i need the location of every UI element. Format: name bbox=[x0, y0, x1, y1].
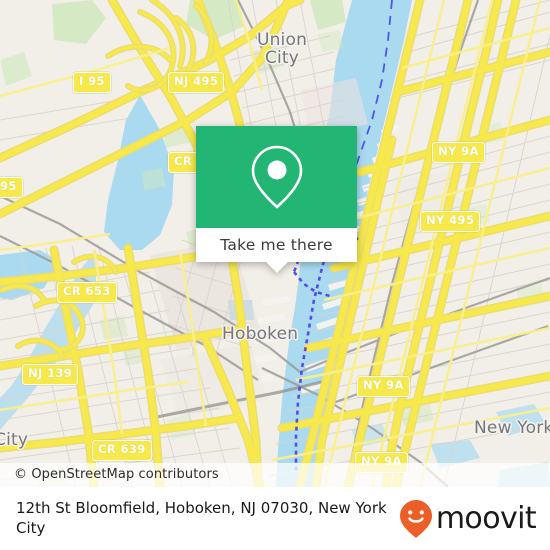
moovit-wordmark: moovit bbox=[435, 500, 537, 536]
map-pin-icon bbox=[251, 145, 302, 209]
shield-i-95-left: 95 bbox=[0, 177, 23, 198]
address-text: 12th St Bloomfield, Hoboken, NJ 07030, N… bbox=[16, 498, 387, 537]
popup-pointer-tail bbox=[265, 262, 288, 273]
shield-ny-9a-north: NY 9A bbox=[432, 142, 485, 163]
shield-cr-653: CR 653 bbox=[57, 282, 117, 303]
shield-ny-9a-mid: NY 9A bbox=[357, 376, 410, 397]
shield-nj-495: NJ 495 bbox=[168, 72, 225, 93]
shield-i-95: I 95 bbox=[73, 72, 111, 93]
shield-ny-495: NY 495 bbox=[420, 211, 481, 232]
map-canvas[interactable]: Union City Hoboken New York City 95 I 95… bbox=[0, 0, 550, 487]
popup-header bbox=[196, 126, 357, 228]
shield-cr-501: CR bbox=[168, 152, 199, 173]
location-popup[interactable]: Take me there bbox=[196, 126, 357, 273]
moovit-smiley-pin-icon bbox=[399, 499, 432, 538]
popup-footer[interactable]: Take me there bbox=[196, 228, 357, 273]
moovit-logo[interactable]: moovit bbox=[399, 499, 537, 539]
take-me-there-label: Take me there bbox=[220, 236, 333, 254]
osm-attribution[interactable]: © OpenStreetMap contributors bbox=[0, 463, 550, 487]
shield-nj-139: NJ 139 bbox=[22, 364, 79, 385]
osm-attribution-text: © OpenStreetMap contributors bbox=[14, 467, 219, 482]
shield-cr-639: CR 639 bbox=[92, 440, 152, 461]
map-screen: Union City Hoboken New York City 95 I 95… bbox=[0, 0, 550, 550]
footer-bar: 12th St Bloomfield, Hoboken, NJ 07030, N… bbox=[0, 487, 550, 550]
